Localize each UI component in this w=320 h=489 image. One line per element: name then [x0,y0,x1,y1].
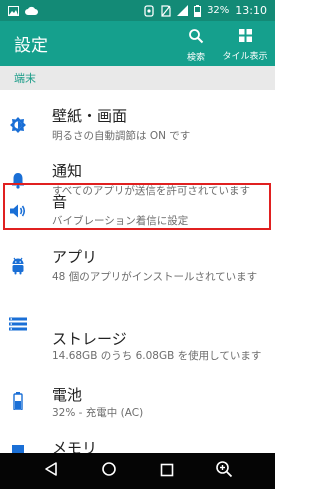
navigation-bar [0,453,275,489]
settings-item-title: アプリ [52,248,98,266]
no-sim-icon [161,4,171,17]
zoom-icon [215,460,233,482]
home-button[interactable] [97,459,121,483]
settings-item-subtitle: 14.68GB のうち 6.08GB を使用しています [52,350,262,362]
home-icon [101,461,117,481]
settings-item-storage[interactable]: ストレージ 14.68GB のうち 6.08GB を使用しています [0,285,275,362]
image-icon [8,5,19,16]
settings-item-title: メモリ [52,439,98,453]
android-icon [143,4,155,17]
settings-item-subtitle: 明るさの自動調節は ON です [52,130,191,142]
recents-icon [160,462,174,481]
highlight-box [3,183,271,230]
settings-item-subtitle: 32% - 充電中 (AC) [52,407,144,419]
grid-icon [238,28,253,47]
search-button[interactable]: 検索 [170,25,222,63]
search-icon [188,28,204,48]
brightness-icon [9,116,27,134]
settings-item-display[interactable]: 壁紙・画面 明るさの自動調節は ON です [0,95,275,155]
zoom-button[interactable] [212,459,236,483]
settings-item-title: 通知 [52,162,83,180]
cloud-icon [25,6,38,15]
search-button-label: 検索 [186,53,205,63]
settings-item-apps[interactable]: アプリ 48 個のアプリがインストールされています [0,232,275,292]
settings-item-title: 電池 [52,386,83,404]
memory-icon [9,442,27,453]
page-title: 設定 [14,36,48,56]
recents-button[interactable] [155,459,179,483]
section-header-label: 端末 [14,72,36,85]
settings-item-battery[interactable]: 電池 32% - 充電中 (AC) [0,370,275,430]
clock: 13:10 [235,4,267,17]
section-header: 端末 [0,66,275,90]
battery-icon [194,4,202,17]
settings-item-memory[interactable]: メモリ [0,430,275,453]
settings-item-title: 壁紙・画面 [52,107,128,125]
tile-view-button[interactable]: タイル表示 [216,25,274,63]
storage-icon [9,315,27,333]
settings-item-subtitle: 48 個のアプリがインストールされています [52,271,258,283]
signal-icon [177,5,189,16]
status-bar: 32% 13:10 [0,0,275,21]
tile-view-button-label: タイル表示 [222,52,268,62]
settings-item-title: ストレージ [52,330,127,348]
battery-icon [9,392,27,410]
android-icon [9,257,27,275]
battery-percent: 32% [207,5,230,16]
back-button[interactable] [39,459,63,483]
back-icon [43,461,59,481]
app-bar: 設定 検索 タイル表示 [0,21,275,66]
